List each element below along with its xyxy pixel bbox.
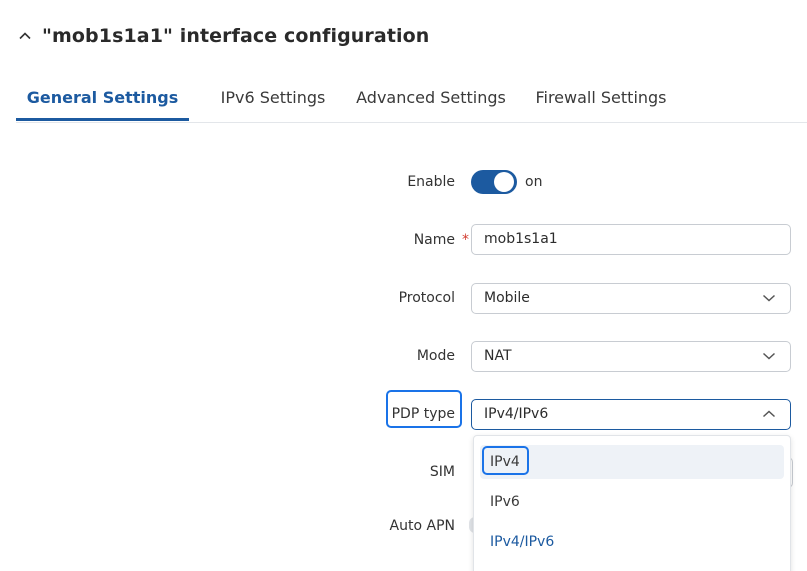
enable-state-text: on (525, 174, 543, 190)
chevron-up-icon[interactable] (18, 29, 32, 43)
auto-apn-label: Auto APN (389, 518, 455, 534)
name-label-text: Name (413, 232, 455, 248)
protocol-select-value: Mobile (484, 290, 530, 306)
pdp-type-select-value: IPv4/IPv6 (484, 406, 549, 422)
sim-label: SIM (429, 464, 455, 480)
section-header[interactable]: "mob1s1a1" interface configuration (18, 22, 429, 50)
tab-advanced-settings[interactable]: Advanced Settings (349, 80, 513, 120)
required-mark: * (462, 232, 469, 248)
tab-firewall-settings[interactable]: Firewall Settings (532, 80, 670, 120)
tab-bar: General Settings IPv6 Settings Advanced … (16, 80, 807, 123)
pdp-option-ipv6[interactable]: IPv6 (480, 485, 784, 519)
pdp-option-ipv4-ipv6[interactable]: IPv4/IPv6 (480, 525, 784, 559)
mode-label: Mode (416, 348, 455, 364)
name-label: Name * (414, 230, 469, 250)
protocol-select[interactable]: Mobile (471, 283, 791, 314)
pdp-option-ipv4-highlight (482, 446, 529, 475)
pdp-type-label: PDP type (391, 406, 455, 422)
pdp-type-dropdown-menu: IPv4 IPv6 IPv4/IPv6 (473, 435, 791, 571)
enable-toggle[interactable] (471, 170, 517, 194)
enable-label: Enable (407, 174, 455, 190)
page-title: "mob1s1a1" interface configuration (42, 25, 430, 47)
mode-select-value: NAT (484, 348, 512, 364)
interface-config-page: "mob1s1a1" interface configuration Gener… (0, 0, 807, 571)
protocol-label: Protocol (398, 290, 455, 306)
active-tab-indicator (16, 118, 189, 121)
tab-general-settings[interactable]: General Settings (16, 80, 189, 120)
chevron-down-icon (762, 352, 776, 360)
chevron-down-icon (762, 294, 776, 302)
name-input[interactable]: mob1s1a1 (471, 224, 791, 255)
chevron-up-icon (762, 410, 776, 418)
mode-select[interactable]: NAT (471, 341, 791, 372)
pdp-type-select[interactable]: IPv4/IPv6 (471, 399, 791, 430)
toggle-knob (494, 172, 514, 192)
tab-ipv6-settings[interactable]: IPv6 Settings (204, 80, 342, 120)
name-input-value: mob1s1a1 (484, 231, 558, 247)
